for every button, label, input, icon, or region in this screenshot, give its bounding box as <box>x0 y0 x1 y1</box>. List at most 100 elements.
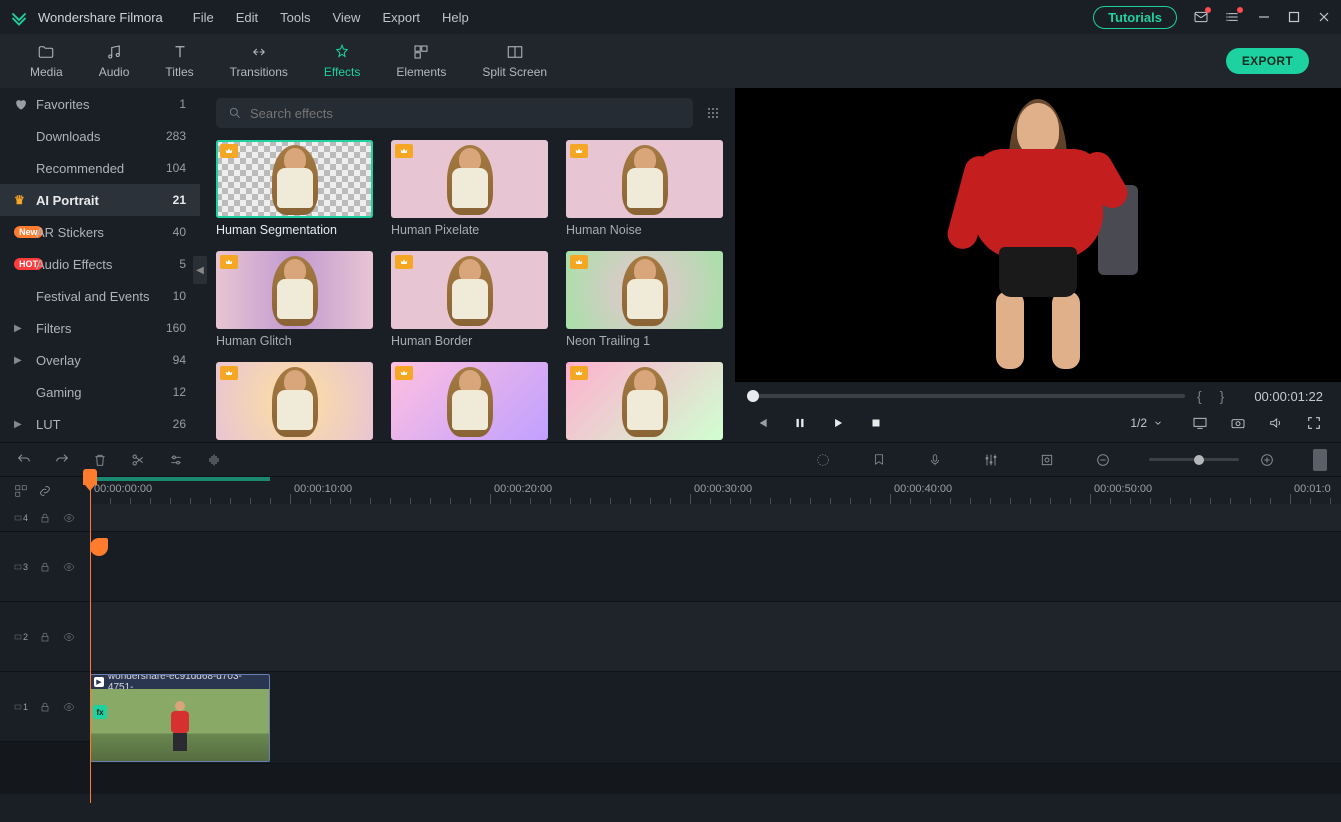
close-button[interactable] <box>1317 10 1331 24</box>
volume-icon[interactable] <box>1267 414 1285 432</box>
premium-badge-icon <box>570 255 588 269</box>
minimize-button[interactable] <box>1257 10 1271 24</box>
visibility-icon[interactable] <box>62 700 76 714</box>
tutorials-button[interactable]: Tutorials <box>1093 6 1177 29</box>
lock-icon[interactable] <box>38 630 52 644</box>
crop-icon[interactable] <box>1037 450 1057 470</box>
zoom-out-icon[interactable] <box>1093 450 1113 470</box>
sidebar-item-ar-stickers[interactable]: NewAR Stickers40 <box>0 216 200 248</box>
maximize-button[interactable] <box>1287 10 1301 24</box>
play-pause-button[interactable] <box>791 414 809 432</box>
link-icon[interactable] <box>38 484 52 498</box>
effect-human-noise[interactable]: Human Noise <box>566 140 723 237</box>
timeline-clip[interactable]: ▶wondershare-ec91dd68-d703-4751-fx <box>90 674 270 762</box>
effect-neon-trailing-1[interactable]: Neon Trailing 1 <box>566 251 723 348</box>
zoom-slider[interactable] <box>1149 458 1239 461</box>
render-icon[interactable] <box>813 450 833 470</box>
lock-icon[interactable] <box>38 511 52 525</box>
menu-export[interactable]: Export <box>382 10 420 25</box>
effect-human-border[interactable]: Human Border <box>391 251 548 348</box>
timeline-ruler-row: 00:00:00:0000:00:10:0000:00:20:0000:00:3… <box>0 476 1341 504</box>
ruler-label: 00:00:30:00 <box>694 483 752 495</box>
menu-edit[interactable]: Edit <box>236 10 258 25</box>
display-icon[interactable] <box>1191 414 1209 432</box>
sidebar-item-favorites[interactable]: Favorites1 <box>0 88 200 120</box>
menu-file[interactable]: File <box>193 10 214 25</box>
playhead[interactable] <box>90 469 104 485</box>
mark-in-out[interactable]: {} <box>1197 388 1242 404</box>
list-icon[interactable] <box>1225 9 1241 25</box>
premium-badge-icon <box>395 366 413 380</box>
track-lane-2[interactable] <box>90 602 1341 672</box>
marker-icon[interactable] <box>869 450 889 470</box>
audio-mixer-icon[interactable] <box>981 450 1001 470</box>
preview-quality-select[interactable]: 1/2 <box>1122 414 1171 432</box>
timeline-ruler[interactable]: 00:00:00:0000:00:10:0000:00:20:0000:00:3… <box>90 477 1341 504</box>
sidebar-item-filters[interactable]: ▶Filters160 <box>0 312 200 344</box>
stop-button[interactable] <box>867 414 885 432</box>
sidebar-item-overlay[interactable]: ▶Overlay94 <box>0 344 200 376</box>
lock-icon[interactable] <box>38 700 52 714</box>
sidebar-collapse-button[interactable]: ◀ <box>193 256 207 284</box>
track-lane-4[interactable] <box>90 504 1341 532</box>
sidebar-item-audio-effects[interactable]: HOTAudio Effects5 <box>0 248 200 280</box>
visibility-icon[interactable] <box>62 560 76 574</box>
grid-view-icon[interactable] <box>703 103 723 123</box>
track-lane-1[interactable]: ▶wondershare-ec91dd68-d703-4751-fx <box>90 672 1341 764</box>
tab-split-screen[interactable]: Split Screen <box>464 34 565 88</box>
message-icon[interactable] <box>1193 9 1209 25</box>
preview-progress[interactable] <box>753 394 1185 398</box>
delete-icon[interactable] <box>90 450 110 470</box>
adjust-icon[interactable] <box>166 450 186 470</box>
effect-item[interactable] <box>216 362 373 442</box>
prev-frame-button[interactable] <box>753 414 771 432</box>
manage-tracks-icon[interactable] <box>14 484 28 498</box>
tab-elements[interactable]: Elements <box>378 34 464 88</box>
visibility-icon[interactable] <box>62 630 76 644</box>
sidebar-item-festival-and-events[interactable]: Festival and Events10 <box>0 280 200 312</box>
lock-icon[interactable] <box>38 560 52 574</box>
tab-media[interactable]: Media <box>12 34 81 88</box>
redo-icon[interactable] <box>52 450 72 470</box>
tab-audio[interactable]: Audio <box>81 34 148 88</box>
effect-human-glitch[interactable]: Human Glitch <box>216 251 373 348</box>
sidebar-item-ai-portrait[interactable]: ♛AI Portrait21 <box>0 184 200 216</box>
effect-applied-icon: fx <box>93 705 107 719</box>
effect-item[interactable] <box>566 362 723 442</box>
track-lane-3[interactable] <box>90 532 1341 602</box>
premium-badge-icon <box>570 366 588 380</box>
zoom-fit-icon[interactable] <box>1313 449 1327 471</box>
tab-titles[interactable]: Titles <box>147 34 211 88</box>
undo-icon[interactable] <box>14 450 34 470</box>
menu-help[interactable]: Help <box>442 10 469 25</box>
audio-wave-icon[interactable] <box>204 450 224 470</box>
search-box[interactable] <box>216 98 693 128</box>
split-icon[interactable] <box>128 450 148 470</box>
effect-human-segmentation[interactable]: Human Segmentation <box>216 140 373 237</box>
effect-label: Human Segmentation <box>216 223 373 237</box>
effects-panel: Human Segmentation Human Pixelate Human No… <box>200 88 735 442</box>
sidebar-item-gaming[interactable]: Gaming12 <box>0 376 200 408</box>
effect-item[interactable] <box>391 362 548 442</box>
export-button[interactable]: EXPORT <box>1226 48 1309 74</box>
sidebar-item-recommended[interactable]: Recommended104 <box>0 152 200 184</box>
record-voiceover-icon[interactable] <box>925 450 945 470</box>
zoom-handle[interactable] <box>1194 455 1204 465</box>
search-input[interactable] <box>250 106 681 121</box>
tab-transitions[interactable]: Transitions <box>212 34 306 88</box>
snapshot-icon[interactable] <box>1229 414 1247 432</box>
sidebar-item-downloads[interactable]: Downloads283 <box>0 120 200 152</box>
sidebar-item-lut[interactable]: ▶LUT26 <box>0 408 200 440</box>
effect-human-pixelate[interactable]: Human Pixelate <box>391 140 548 237</box>
play-button[interactable] <box>829 414 847 432</box>
zoom-in-icon[interactable] <box>1257 450 1277 470</box>
marker-blob[interactable] <box>90 538 108 556</box>
visibility-icon[interactable] <box>62 511 76 525</box>
progress-handle[interactable] <box>747 390 759 402</box>
effect-label: Human Pixelate <box>391 223 548 237</box>
menu-view[interactable]: View <box>332 10 360 25</box>
tab-effects[interactable]: Effects <box>306 34 378 88</box>
fullscreen-icon[interactable] <box>1305 414 1323 432</box>
menu-tools[interactable]: Tools <box>280 10 310 25</box>
chevron-down-icon <box>1153 418 1163 428</box>
